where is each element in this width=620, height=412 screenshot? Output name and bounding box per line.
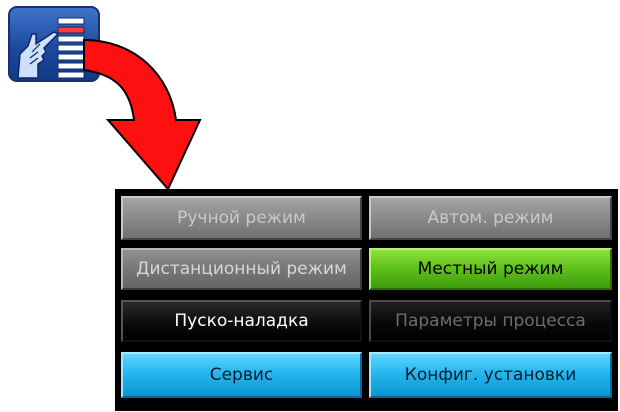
manual-mode-button[interactable]: Ручной режим [121,196,362,240]
auto-mode-button[interactable]: Автом. режим [369,196,612,240]
remote-mode-label: Дистанционный режим [136,259,347,279]
local-mode-label: Местный режим [417,259,564,279]
local-mode-button[interactable]: Местный режим [369,248,612,290]
unit-config-button[interactable]: Конфиг. установки [369,352,612,398]
process-params-button[interactable]: Параметры процесса [369,300,612,342]
manual-mode-label: Ручной режим [177,208,306,228]
auto-mode-label: Автом. режим [427,208,554,228]
mode-menu-panel: Ручной режим Автом. режим Дистанционный … [115,189,618,411]
remote-mode-button[interactable]: Дистанционный режим [121,248,362,290]
commissioning-button[interactable]: Пуско-наладка [121,300,362,342]
process-params-label: Параметры процесса [395,311,586,331]
service-label: Сервис [209,365,274,385]
unit-config-label: Конфиг. установки [404,365,577,385]
commissioning-label: Пуско-наладка [174,311,309,331]
service-button[interactable]: Сервис [121,352,362,398]
